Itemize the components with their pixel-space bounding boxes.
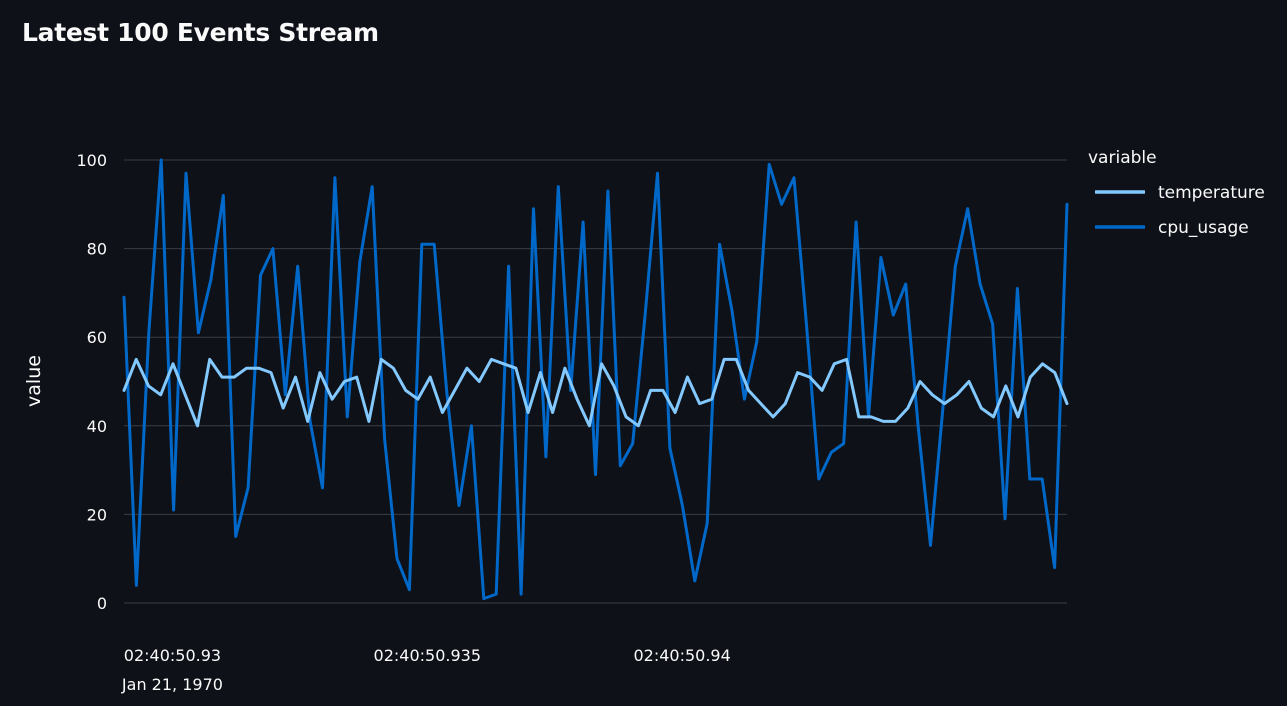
x-tick-label: 02:40:50.94: [633, 646, 730, 665]
y-tick-label: 40: [87, 417, 107, 436]
x-axis-ticks: 02:40:50.93 Jan 21, 1970 02:40:50.935 02:40…: [121, 646, 731, 694]
series-line-temperature: [122, 357, 1069, 428]
grid-layer: [124, 159, 1067, 604]
series-line-cpu_usage: [122, 158, 1069, 601]
y-tick-label: 100: [76, 151, 107, 170]
series-layer: [122, 158, 1069, 601]
x-tick-date-label: Jan 21, 1970: [121, 675, 223, 694]
legend-label-cpu_usage: cpu_usage: [1158, 218, 1249, 238]
y-tick-label: 20: [87, 505, 107, 524]
x-tick-label: 02:40:50.93: [124, 646, 221, 665]
y-tick-label: 0: [97, 594, 107, 613]
legend-label-temperature: temperature: [1158, 183, 1265, 203]
legend: variable temperature cpu_usage: [1088, 148, 1265, 238]
legend-items: temperature cpu_usage: [1095, 183, 1265, 238]
y-tick-label: 80: [87, 240, 107, 259]
y-axis-ticks: 0 20 40 60 80 100: [76, 151, 107, 613]
y-axis-title: value: [23, 355, 45, 407]
legend-title: variable: [1088, 148, 1157, 168]
line-chart: 020406080100 02:40:50.93Jan 21, 197002:4…: [23, 148, 1265, 694]
x-tick-label: 02:40:50.935: [374, 646, 481, 665]
y-tick-label: 60: [87, 328, 107, 347]
